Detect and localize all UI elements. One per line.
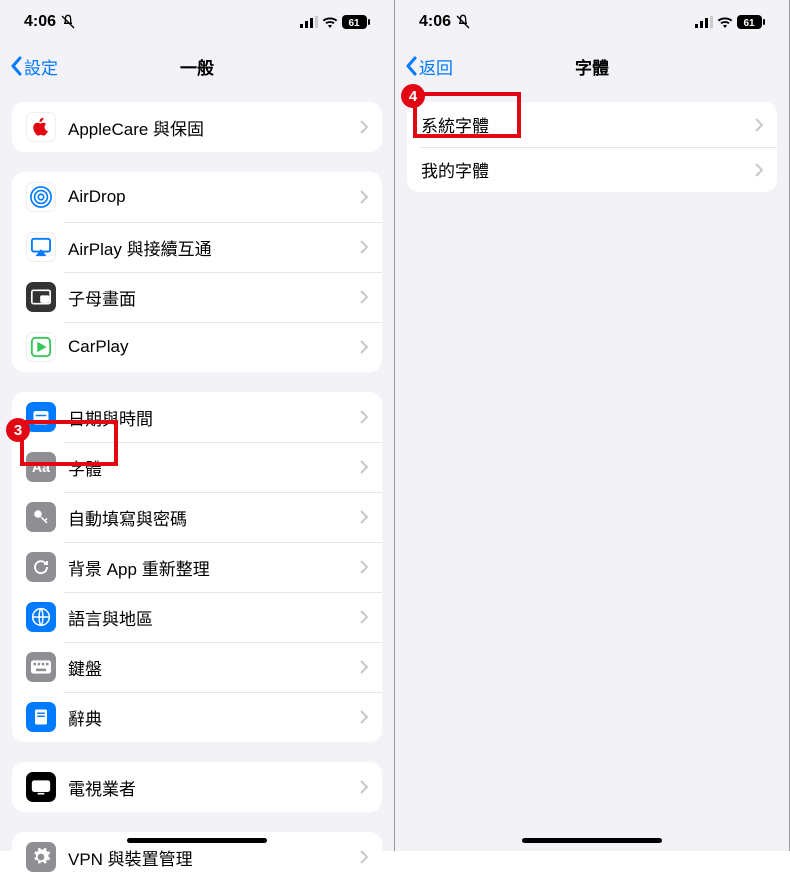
chevron-left-icon — [10, 56, 22, 76]
chevron-right-icon — [360, 660, 368, 674]
group-applecare: AppleCare 與保固 — [12, 102, 382, 152]
content: AppleCare 與保固 AirDrop AirPlay 與接續互通 — [0, 102, 394, 882]
row-label: AirDrop — [68, 187, 360, 207]
row-label: 我的字體 — [421, 157, 755, 182]
chevron-right-icon — [360, 340, 368, 354]
pip-icon — [26, 282, 56, 312]
silent-icon — [60, 14, 76, 30]
calendar-icon — [26, 402, 56, 432]
row-label: 語言與地區 — [68, 605, 360, 630]
row-keyboard[interactable]: 鍵盤 — [12, 642, 382, 692]
home-indicator[interactable] — [522, 838, 662, 843]
airplay-icon — [26, 232, 56, 262]
page-title: 字體 — [575, 54, 609, 79]
group-tv: 電視業者 — [12, 762, 382, 812]
dictionary-icon — [26, 702, 56, 732]
content: 系統字體 我的字體 — [395, 102, 789, 192]
row-label: AirPlay 與接續互通 — [68, 235, 360, 260]
cellular-icon — [300, 16, 318, 28]
refresh-icon — [26, 552, 56, 582]
chevron-right-icon — [755, 163, 763, 177]
chevron-left-icon — [405, 56, 417, 76]
row-dictionary[interactable]: 辭典 — [12, 692, 382, 742]
row-label: 日期與時間 — [68, 405, 360, 430]
chevron-right-icon — [360, 510, 368, 524]
row-fonts[interactable]: Aa 字體 — [12, 442, 382, 492]
row-background-refresh[interactable]: 背景 App 重新整理 — [12, 542, 382, 592]
chevron-right-icon — [360, 460, 368, 474]
cellular-icon — [695, 16, 713, 28]
row-pip[interactable]: 子母畫面 — [12, 272, 382, 322]
key-icon — [26, 502, 56, 532]
status-time: 4:06 — [419, 13, 451, 31]
keyboard-icon — [26, 652, 56, 682]
row-my-fonts[interactable]: 我的字體 — [407, 147, 777, 192]
phone-left-general: 4:06 61 設定 一般 — [0, 0, 395, 851]
back-label: 設定 — [24, 54, 58, 79]
back-button[interactable]: 返回 — [405, 54, 453, 79]
battery-icon: 61 — [737, 15, 765, 29]
chevron-right-icon — [360, 410, 368, 424]
row-airdrop[interactable]: AirDrop — [12, 172, 382, 222]
chevron-right-icon — [360, 190, 368, 204]
group-fonts: 系統字體 我的字體 — [407, 102, 777, 192]
silent-icon — [455, 14, 471, 30]
chevron-right-icon — [360, 120, 368, 134]
row-label: 子母畫面 — [68, 285, 360, 310]
wifi-icon — [717, 16, 733, 28]
airdrop-icon — [26, 182, 56, 212]
row-applecare[interactable]: AppleCare 與保固 — [12, 102, 382, 152]
chevron-right-icon — [360, 710, 368, 724]
row-label: 字體 — [68, 455, 360, 480]
chevron-right-icon — [360, 240, 368, 254]
chevron-right-icon — [360, 560, 368, 574]
row-carplay[interactable]: CarPlay — [12, 322, 382, 372]
gear-icon — [26, 842, 56, 872]
carplay-icon — [26, 332, 56, 362]
annotation-badge-4: 4 — [401, 84, 425, 108]
status-time: 4:06 — [24, 13, 56, 31]
row-label: CarPlay — [68, 337, 360, 357]
status-bar: 4:06 61 — [0, 0, 394, 44]
back-button[interactable]: 設定 — [10, 54, 58, 79]
apple-icon — [26, 112, 56, 142]
row-label: 自動填寫與密碼 — [68, 505, 360, 530]
phone-right-fonts: 4:06 61 返回 字體 系統字 — [395, 0, 790, 851]
chevron-right-icon — [755, 118, 763, 132]
row-datetime[interactable]: 日期與時間 — [12, 392, 382, 442]
row-system-fonts[interactable]: 系統字體 — [407, 102, 777, 147]
chevron-right-icon — [360, 780, 368, 794]
row-airplay[interactable]: AirPlay 與接續互通 — [12, 222, 382, 272]
tv-icon — [26, 772, 56, 802]
annotation-badge-3: 3 — [6, 418, 30, 442]
battery-icon: 61 — [342, 15, 370, 29]
group-system: 日期與時間 Aa 字體 自動填寫與密碼 背 — [12, 392, 382, 742]
back-label: 返回 — [419, 54, 453, 79]
svg-text:61: 61 — [743, 18, 755, 29]
svg-text:61: 61 — [348, 18, 360, 29]
row-label: 鍵盤 — [68, 655, 360, 680]
row-label: 系統字體 — [421, 112, 755, 137]
row-label: AppleCare 與保固 — [68, 115, 360, 140]
home-indicator[interactable] — [127, 838, 267, 843]
nav-bar: 返回 字體 — [395, 44, 789, 88]
nav-bar: 設定 一般 — [0, 44, 394, 88]
chevron-right-icon — [360, 290, 368, 304]
row-language-region[interactable]: 語言與地區 — [12, 592, 382, 642]
row-label: 背景 App 重新整理 — [68, 555, 360, 580]
chevron-right-icon — [360, 850, 368, 864]
chevron-right-icon — [360, 610, 368, 624]
row-label: VPN 與裝置管理 — [68, 845, 360, 870]
fonts-icon: Aa — [26, 452, 56, 482]
row-tv-provider[interactable]: 電視業者 — [12, 762, 382, 812]
row-label: 電視業者 — [68, 775, 360, 800]
row-label: 辭典 — [68, 705, 360, 730]
page-title: 一般 — [180, 54, 214, 79]
row-passwords[interactable]: 自動填寫與密碼 — [12, 492, 382, 542]
wifi-icon — [322, 16, 338, 28]
globe-icon — [26, 602, 56, 632]
group-connectivity: AirDrop AirPlay 與接續互通 子母畫面 — [12, 172, 382, 372]
status-bar: 4:06 61 — [395, 0, 789, 44]
